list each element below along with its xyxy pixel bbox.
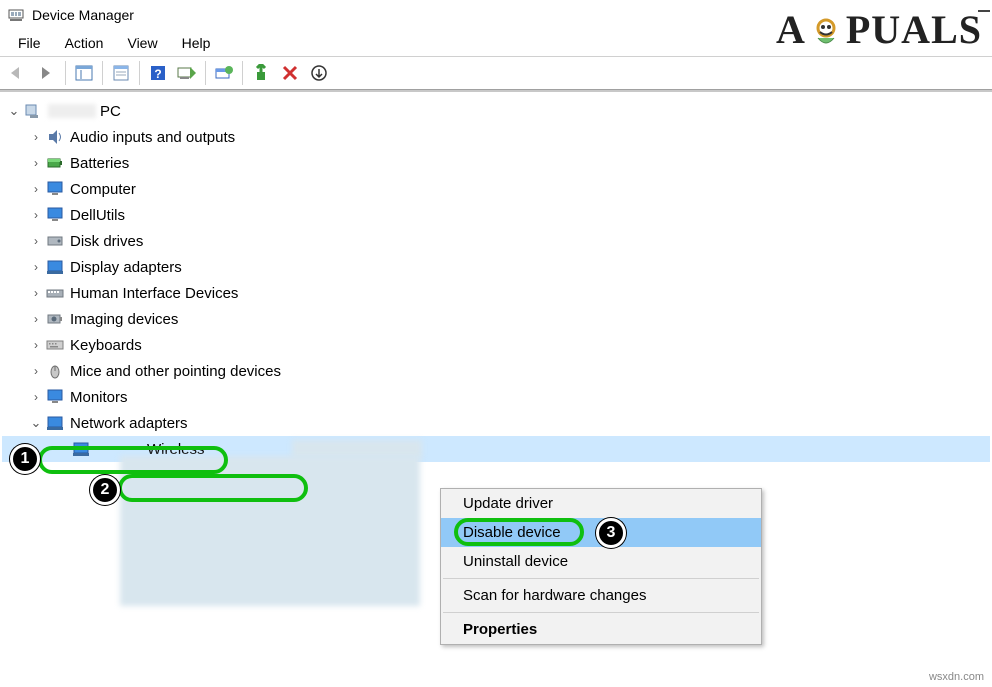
root-label: PC bbox=[100, 103, 121, 120]
monitor-icon bbox=[44, 206, 66, 224]
expand-icon[interactable] bbox=[28, 338, 44, 352]
tree-disk[interactable]: Disk drives bbox=[2, 228, 990, 254]
tree-monitors[interactable]: Monitors bbox=[2, 384, 990, 410]
menu-help[interactable]: Help bbox=[170, 32, 223, 54]
tree-keyboards[interactable]: Keyboards bbox=[2, 332, 990, 358]
node-label: Imaging devices bbox=[70, 311, 178, 328]
context-menu: Update driver Disable device Uninstall d… bbox=[440, 488, 762, 645]
adapter-list-redacted bbox=[120, 456, 420, 606]
enable-device-icon[interactable] bbox=[305, 59, 333, 87]
menu-action[interactable]: Action bbox=[53, 32, 116, 54]
device-manager-icon bbox=[8, 7, 24, 23]
uninstall-device-icon[interactable] bbox=[276, 59, 304, 87]
tree-network-adapters[interactable]: Network adapters bbox=[2, 410, 990, 436]
toolbar: ? bbox=[0, 56, 992, 90]
network-adapter-icon bbox=[44, 414, 66, 432]
expand-icon[interactable] bbox=[28, 312, 44, 326]
expand-icon[interactable] bbox=[28, 390, 44, 404]
svg-text:?: ? bbox=[154, 67, 161, 81]
menu-properties[interactable]: Properties bbox=[441, 615, 761, 644]
menu-view[interactable]: View bbox=[115, 32, 169, 54]
properties-icon[interactable] bbox=[107, 59, 135, 87]
update-driver-icon[interactable] bbox=[210, 59, 238, 87]
expand-icon[interactable] bbox=[28, 182, 44, 196]
keyboard-icon bbox=[44, 336, 66, 354]
back-button[interactable] bbox=[4, 59, 32, 87]
node-label: Keyboards bbox=[70, 337, 142, 354]
battery-icon bbox=[44, 154, 66, 172]
tree-dellutils[interactable]: DellUtils bbox=[2, 202, 990, 228]
badge-2: 2 bbox=[90, 475, 120, 505]
help-icon[interactable]: ? bbox=[144, 59, 172, 87]
hid-icon bbox=[44, 284, 66, 302]
camera-icon bbox=[44, 310, 66, 328]
audio-icon bbox=[44, 128, 66, 146]
node-label: Audio inputs and outputs bbox=[70, 129, 235, 146]
appuals-watermark: A PUALS bbox=[776, 6, 982, 54]
hostname-redacted bbox=[48, 104, 96, 118]
expand-icon[interactable] bbox=[6, 103, 22, 119]
tree-computer[interactable]: Computer bbox=[2, 176, 990, 202]
tree-root[interactable]: PC bbox=[2, 98, 990, 124]
expand-icon[interactable] bbox=[28, 234, 44, 248]
node-label: Disk drives bbox=[70, 233, 143, 250]
tree-audio[interactable]: Audio inputs and outputs bbox=[2, 124, 990, 150]
expand-icon[interactable] bbox=[28, 286, 44, 300]
menu-separator bbox=[443, 612, 759, 613]
node-label: Computer bbox=[70, 181, 136, 198]
tree-mice[interactable]: Mice and other pointing devices bbox=[2, 358, 990, 384]
node-label: Mice and other pointing devices bbox=[70, 363, 281, 380]
menu-file[interactable]: File bbox=[6, 32, 53, 54]
tree-hid[interactable]: Human Interface Devices bbox=[2, 280, 990, 306]
display-adapter-icon bbox=[44, 258, 66, 276]
device-tree[interactable]: PC Audio inputs and outputs Batteries Co… bbox=[0, 90, 992, 468]
expand-icon[interactable] bbox=[28, 130, 44, 144]
node-label: Batteries bbox=[70, 155, 129, 172]
source-attribution: wsxdn.com bbox=[929, 671, 984, 683]
mouse-icon bbox=[44, 362, 66, 380]
node-label: Network adapters bbox=[70, 415, 188, 432]
expand-icon[interactable] bbox=[28, 364, 44, 378]
expand-icon[interactable] bbox=[28, 156, 44, 170]
node-label: Display adapters bbox=[70, 259, 182, 276]
tree-imaging[interactable]: Imaging devices bbox=[2, 306, 990, 332]
menu-scan-hardware[interactable]: Scan for hardware changes bbox=[441, 581, 761, 610]
computer-icon bbox=[22, 102, 44, 120]
node-label: DellUtils bbox=[70, 207, 125, 224]
monitor-icon bbox=[44, 388, 66, 406]
menu-separator bbox=[443, 578, 759, 579]
scan-hardware-icon[interactable] bbox=[173, 59, 201, 87]
forward-button[interactable] bbox=[33, 59, 61, 87]
tree-batteries[interactable]: Batteries bbox=[2, 150, 990, 176]
show-hide-console-icon[interactable] bbox=[70, 59, 98, 87]
expand-icon[interactable] bbox=[28, 260, 44, 274]
menu-update-driver[interactable]: Update driver bbox=[441, 489, 761, 518]
expand-icon[interactable] bbox=[28, 208, 44, 222]
window-title: Device Manager bbox=[32, 7, 134, 23]
monitor-icon bbox=[44, 180, 66, 198]
disk-icon bbox=[44, 232, 66, 250]
node-label: Monitors bbox=[70, 389, 128, 406]
disable-device-icon[interactable] bbox=[247, 59, 275, 87]
badge-3: 3 bbox=[596, 518, 626, 548]
tree-display[interactable]: Display adapters bbox=[2, 254, 990, 280]
menu-uninstall-device[interactable]: Uninstall device bbox=[441, 547, 761, 576]
badge-1: 1 bbox=[10, 444, 40, 474]
node-label: Human Interface Devices bbox=[70, 285, 238, 302]
network-adapter-icon bbox=[70, 440, 92, 458]
expand-icon[interactable] bbox=[28, 415, 44, 431]
